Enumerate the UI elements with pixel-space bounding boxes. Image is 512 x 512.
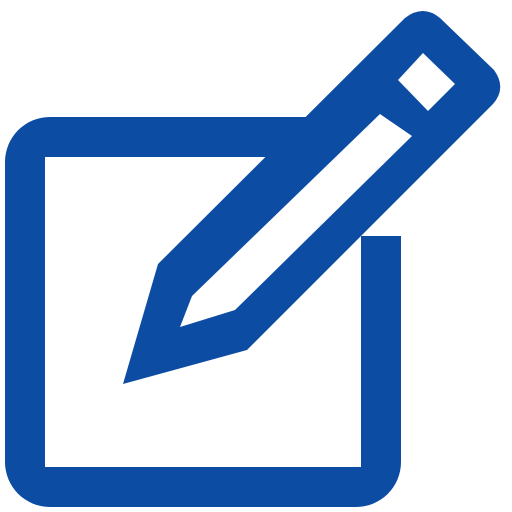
- pencil: [123, 11, 501, 384]
- edit-icon-canvas: [0, 0, 512, 512]
- edit-icon[interactable]: [0, 0, 512, 512]
- document-square: [5, 117, 401, 507]
